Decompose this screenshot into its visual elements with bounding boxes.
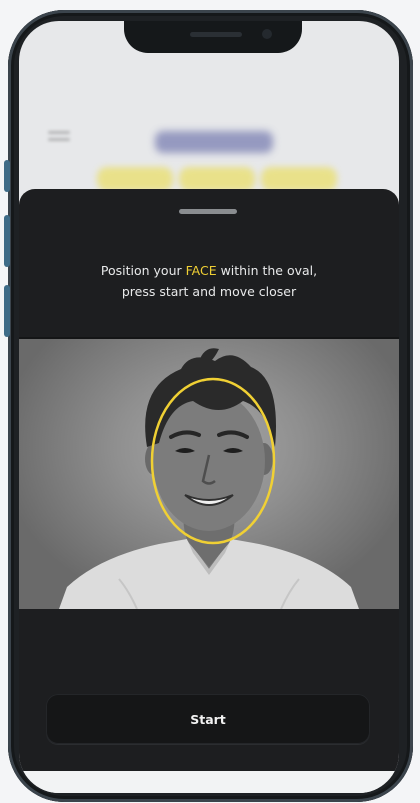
phone-screen: Position your FACE within the oval, pres… [19, 21, 399, 793]
face-capture-sheet: Position your FACE within the oval, pres… [19, 189, 399, 771]
start-button[interactable]: Start [46, 694, 370, 744]
instruction-line-2: press start and move closer [121, 284, 297, 299]
side-button [4, 160, 10, 192]
instruction-highlight: FACE [185, 263, 217, 278]
instruction-text-end: within the oval, [216, 263, 318, 278]
capture-instruction: Position your FACE within the oval, pres… [39, 260, 379, 302]
front-camera [262, 29, 272, 39]
sheet-drag-handle[interactable] [179, 209, 237, 214]
blurred-header-title [155, 131, 273, 153]
notch [124, 21, 302, 53]
side-button [4, 285, 10, 337]
face-portrait [59, 348, 359, 609]
side-button [4, 215, 10, 267]
bottom-strip [19, 771, 399, 793]
camera-preview [19, 339, 399, 609]
menu-icon [48, 131, 70, 147]
instruction-text-start: Position your [100, 263, 186, 278]
speaker [190, 32, 242, 37]
blurred-filter-pills [97, 167, 337, 191]
